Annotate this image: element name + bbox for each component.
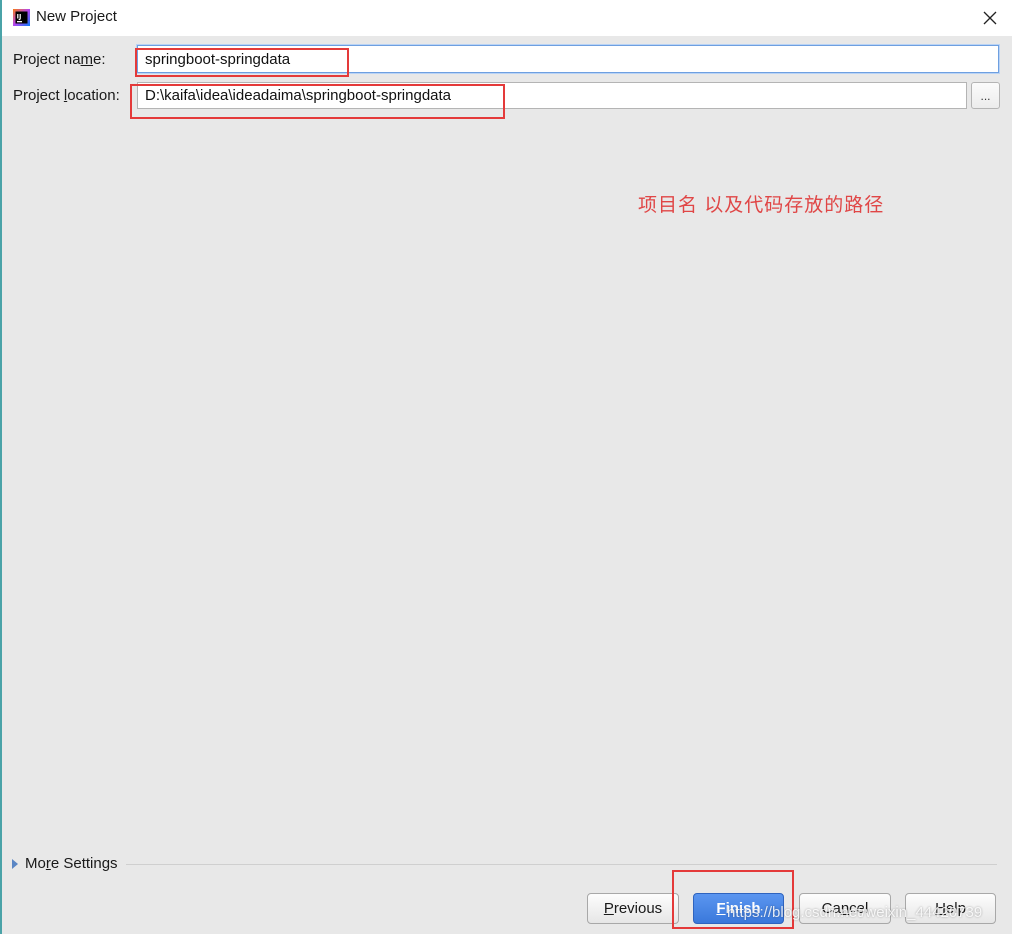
help-button[interactable]: Help [905, 893, 996, 924]
cancel-mnemonic: n [840, 900, 850, 917]
highlight-box-finish [672, 870, 794, 929]
svg-text:IJ: IJ [17, 13, 22, 21]
help-mnemonic: H [935, 900, 946, 917]
expand-triangle-icon [12, 858, 18, 869]
window-title: New Project [36, 8, 117, 25]
previous-label: revious [613, 900, 663, 917]
project-location-label-part2: ocation: [67, 87, 120, 104]
annotation-note: 项目名 以及代码存放的路径 [638, 195, 885, 216]
previous-button[interactable]: Previous [587, 893, 679, 924]
window-left-border [0, 0, 2, 934]
title-bar: IJ New Project [2, 0, 1012, 36]
more-settings-label-part2: e Settings [50, 855, 118, 872]
project-name-label-part1: Project na [13, 51, 81, 68]
cancel-button[interactable]: Ca n cel [799, 893, 891, 924]
project-location-label: Project location: [13, 87, 120, 104]
cancel-label-part1: Ca [821, 900, 841, 917]
highlight-box-project-location [130, 84, 505, 119]
project-name-label: Project name: [13, 51, 106, 68]
more-settings-label: More Settings [25, 855, 118, 872]
more-settings-divider [126, 864, 997, 865]
more-settings-toggle[interactable]: More Settings [12, 855, 118, 872]
cancel-label-part2: cel [849, 900, 869, 917]
more-settings-label-part1: Mo [25, 855, 46, 872]
close-icon[interactable] [976, 4, 1004, 32]
project-name-label-mnemonic: m [80, 51, 94, 68]
project-name-label-part2: e: [93, 51, 106, 68]
project-location-label-part1: Project [13, 87, 64, 104]
highlight-box-project-name [135, 48, 349, 77]
previous-mnemonic: P [603, 900, 614, 917]
help-label: elp [945, 900, 966, 917]
browse-button[interactable]: ... [971, 82, 1000, 109]
intellij-idea-icon: IJ [13, 9, 30, 26]
